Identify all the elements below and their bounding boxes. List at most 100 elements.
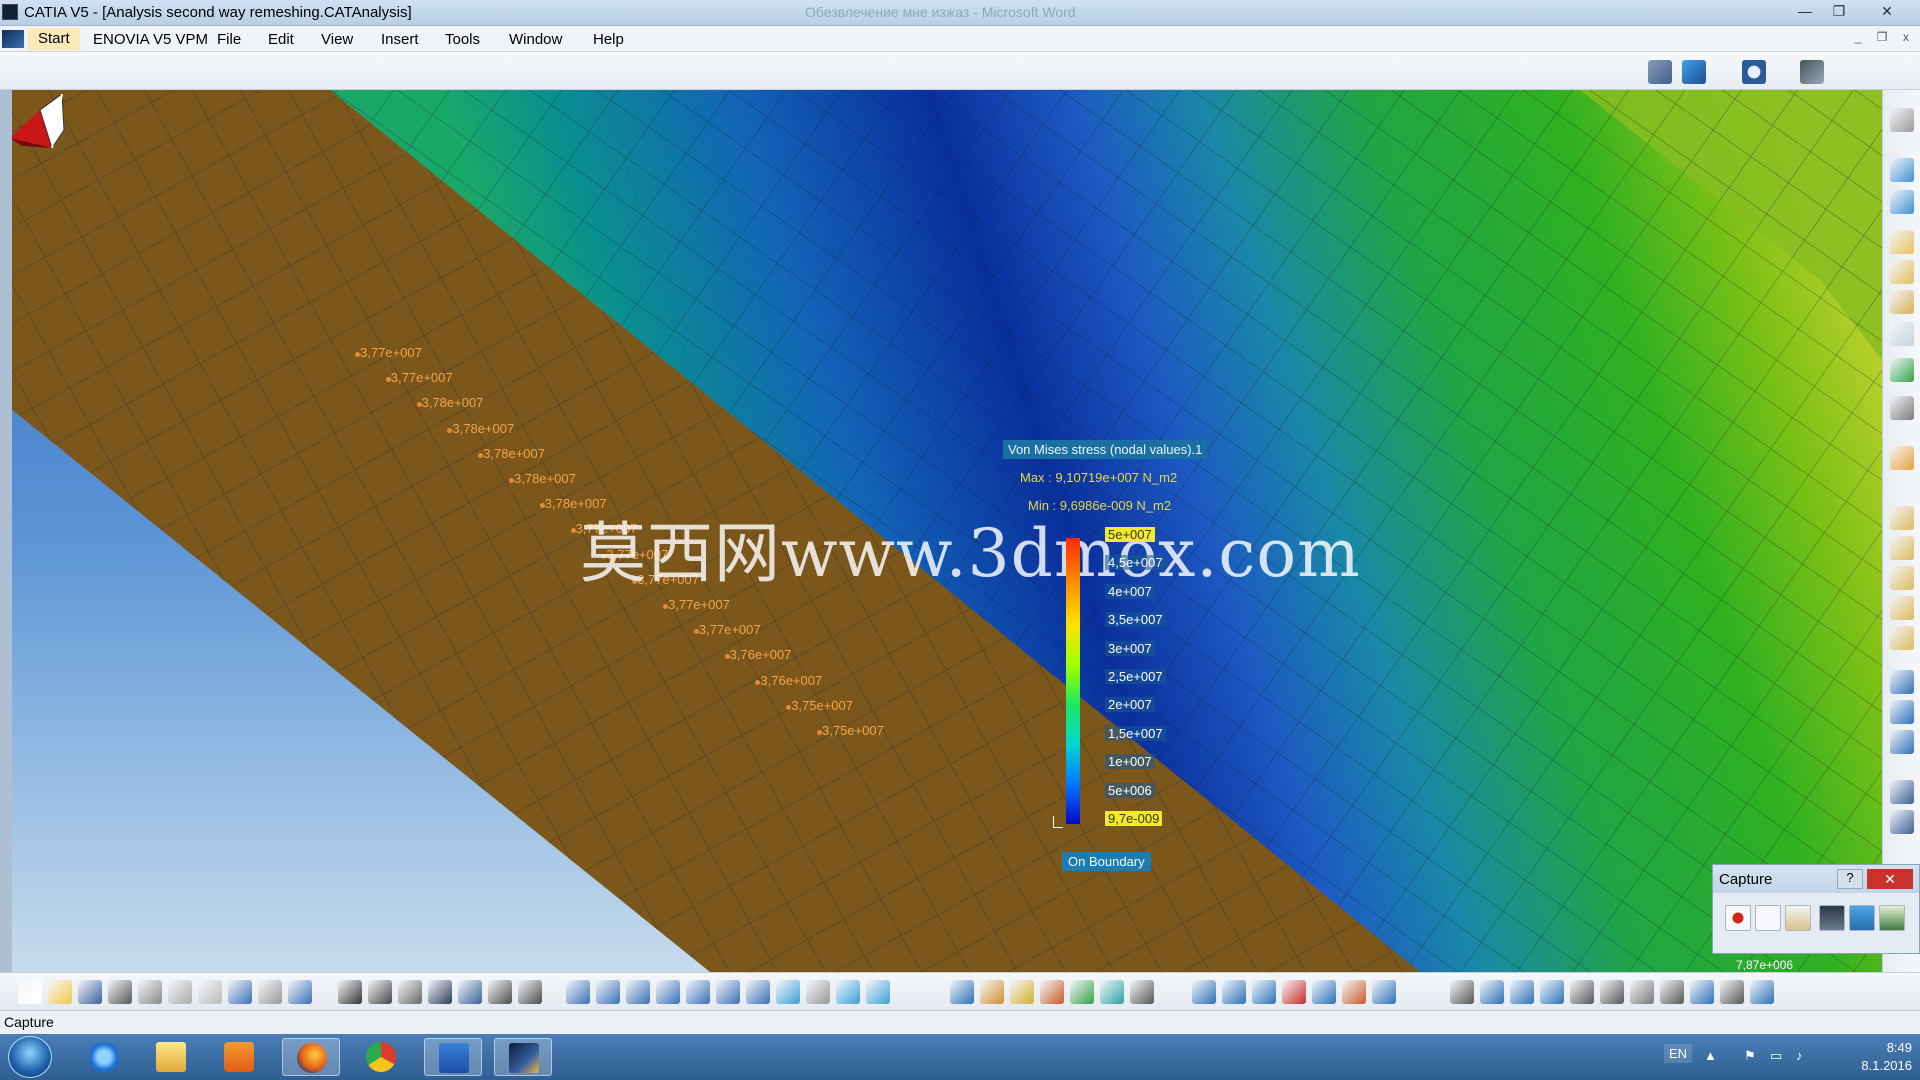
taskbar-chrome[interactable] bbox=[352, 1038, 410, 1076]
monitor-icon[interactable] bbox=[1720, 980, 1744, 1004]
taskbar-internet-explorer[interactable] bbox=[75, 1038, 133, 1076]
record-icon[interactable] bbox=[1725, 905, 1751, 931]
menu-enovia[interactable]: ENOVIA V5 VPM bbox=[93, 31, 208, 48]
image-2-icon[interactable] bbox=[1222, 980, 1246, 1004]
taskbar-word[interactable] bbox=[424, 1038, 482, 1076]
capture-panel-header[interactable]: Capture ? ✕ bbox=[1713, 865, 1919, 893]
redo-icon[interactable] bbox=[258, 980, 282, 1004]
plane-icon[interactable] bbox=[1890, 158, 1914, 182]
document-close-button[interactable]: x bbox=[1897, 29, 1915, 45]
sheet-2-icon[interactable] bbox=[1890, 536, 1914, 560]
capture-tool-icon[interactable] bbox=[1660, 980, 1684, 1004]
bolt-icon[interactable] bbox=[518, 980, 542, 1004]
image-5-icon[interactable] bbox=[1312, 980, 1336, 1004]
image-3-icon[interactable] bbox=[1252, 980, 1276, 1004]
report-icon[interactable] bbox=[1450, 980, 1474, 1004]
parts-icon[interactable] bbox=[1890, 322, 1914, 346]
grid-icon[interactable] bbox=[1630, 980, 1654, 1004]
document-restore-button[interactable]: ❐ bbox=[1873, 29, 1891, 45]
cut-icon[interactable] bbox=[138, 980, 162, 1004]
rotate-view-icon[interactable] bbox=[656, 980, 680, 1004]
wifi-style-icon[interactable] bbox=[1682, 60, 1706, 84]
table-icon[interactable] bbox=[428, 980, 452, 1004]
copy-icon[interactable] bbox=[168, 980, 192, 1004]
axis-icon[interactable] bbox=[1890, 730, 1914, 754]
constraint-icon[interactable] bbox=[1890, 670, 1914, 694]
image-4-icon[interactable] bbox=[1282, 980, 1306, 1004]
cube-icon[interactable] bbox=[1890, 230, 1914, 254]
document-minimize-button[interactable]: _ bbox=[1849, 29, 1867, 45]
taskbar-media-player[interactable] bbox=[210, 1038, 268, 1076]
taskbar-firefox[interactable] bbox=[282, 1038, 340, 1076]
catalog-icon[interactable] bbox=[488, 980, 512, 1004]
hide-show-icon[interactable] bbox=[806, 980, 830, 1004]
normal-view-icon[interactable] bbox=[1890, 190, 1914, 214]
close-button[interactable]: ✕ bbox=[1872, 1, 1902, 21]
image-icon[interactable] bbox=[1849, 905, 1875, 931]
language-indicator[interactable]: EN bbox=[1664, 1044, 1693, 1063]
menu-edit[interactable]: Edit bbox=[268, 31, 294, 48]
taskbar-catia[interactable] bbox=[494, 1038, 552, 1076]
print-icon[interactable] bbox=[108, 980, 132, 1004]
pen-icon[interactable] bbox=[1890, 700, 1914, 724]
clock[interactable]: 8:49 8.1.2016 bbox=[1861, 1039, 1912, 1075]
action-center-flag-icon[interactable]: ⚑ bbox=[1744, 1048, 1760, 1064]
analysis-3-icon[interactable] bbox=[1010, 980, 1034, 1004]
save-icon[interactable] bbox=[78, 980, 102, 1004]
fly-mode-icon[interactable] bbox=[566, 980, 590, 1004]
analysis-5-icon[interactable] bbox=[1070, 980, 1094, 1004]
image-7-icon[interactable] bbox=[1372, 980, 1396, 1004]
viewport-left-scroll-strip[interactable] bbox=[0, 90, 12, 972]
menu-tools[interactable]: Tools bbox=[445, 31, 480, 48]
swap-visible-icon[interactable] bbox=[836, 980, 860, 1004]
minimize-button[interactable]: — bbox=[1790, 1, 1820, 21]
tree-expand-icon[interactable] bbox=[458, 980, 482, 1004]
sensor-2-icon[interactable] bbox=[1510, 980, 1534, 1004]
rule-icon[interactable] bbox=[398, 980, 422, 1004]
sheet-1-icon[interactable] bbox=[1890, 506, 1914, 530]
normal-icon[interactable] bbox=[746, 980, 770, 1004]
menu-window[interactable]: Window bbox=[509, 31, 562, 48]
cursor-icon[interactable] bbox=[1890, 446, 1914, 470]
book-icon[interactable] bbox=[1890, 780, 1914, 804]
whats-this-icon[interactable] bbox=[288, 980, 312, 1004]
restore-button[interactable]: ❐ bbox=[1824, 1, 1854, 21]
network-icon[interactable]: ▭ bbox=[1770, 1048, 1786, 1064]
catia-app-icon[interactable] bbox=[2, 4, 18, 20]
iso-view-icon[interactable] bbox=[776, 980, 800, 1004]
box-icon[interactable] bbox=[1890, 810, 1914, 834]
zoom-icon[interactable] bbox=[1742, 60, 1766, 84]
sheet-4-icon[interactable] bbox=[1890, 596, 1914, 620]
formula-icon[interactable] bbox=[338, 980, 362, 1004]
catia-logo-icon[interactable] bbox=[1750, 980, 1774, 1004]
capture-close-button[interactable]: ✕ bbox=[1867, 869, 1913, 889]
menu-file[interactable]: File bbox=[217, 31, 241, 48]
render-style-icon[interactable] bbox=[866, 980, 890, 1004]
menu-insert[interactable]: Insert bbox=[381, 31, 419, 48]
zoom-out-icon[interactable] bbox=[716, 980, 740, 1004]
sheet-5-icon[interactable] bbox=[1890, 626, 1914, 650]
analysis-tool-icon[interactable] bbox=[1648, 60, 1672, 84]
analysis-6-icon[interactable] bbox=[1100, 980, 1124, 1004]
rotate-icon[interactable] bbox=[1890, 108, 1914, 132]
fit-all-icon[interactable] bbox=[596, 980, 620, 1004]
menu-start[interactable]: Start bbox=[28, 28, 80, 50]
sheet-3-icon[interactable] bbox=[1890, 566, 1914, 590]
legend-title[interactable]: Von Mises stress (nodal values).1 bbox=[1003, 440, 1208, 459]
album-icon[interactable] bbox=[1879, 905, 1905, 931]
traffic-light-icon[interactable] bbox=[1890, 358, 1914, 382]
sensor-3-icon[interactable] bbox=[1540, 980, 1564, 1004]
image-1-icon[interactable] bbox=[1192, 980, 1216, 1004]
compute-icon[interactable] bbox=[1570, 980, 1594, 1004]
analysis-7-icon[interactable] bbox=[1130, 980, 1154, 1004]
menu-help[interactable]: Help bbox=[593, 31, 624, 48]
layer-icon[interactable] bbox=[1890, 260, 1914, 284]
volume-icon[interactable]: ♪ bbox=[1796, 1048, 1812, 1064]
knowledge-icon[interactable] bbox=[368, 980, 392, 1004]
menu-view[interactable]: View bbox=[321, 31, 353, 48]
layers-stack-icon[interactable] bbox=[1890, 290, 1914, 314]
analysis-2-icon[interactable] bbox=[980, 980, 1004, 1004]
print-icon[interactable] bbox=[1819, 905, 1845, 931]
tree-icon[interactable] bbox=[1800, 60, 1824, 84]
3d-viewport[interactable]: 3,77e+007 3,77e+007 3,78e+007 3,78e+007 3,78… bbox=[0, 90, 1882, 972]
